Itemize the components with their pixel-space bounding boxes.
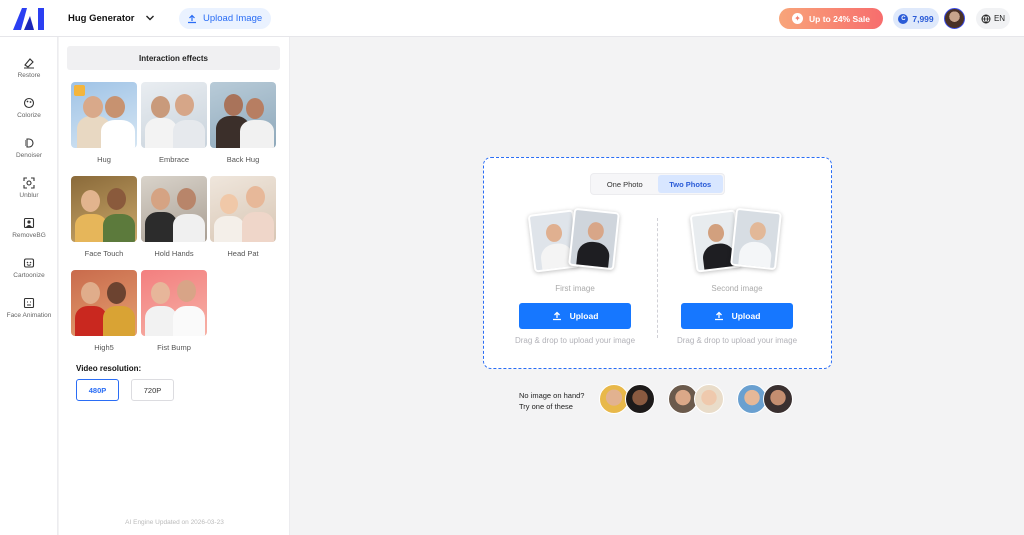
resolution-480p-button[interactable]: 480P bbox=[76, 379, 119, 401]
effect-thumbnail bbox=[141, 270, 207, 336]
effects-panel: Interaction effects Hug Embrace Back Hug bbox=[59, 37, 290, 535]
first-image-slot: First image Upload Drag & drop to upload… bbox=[500, 207, 650, 346]
sample-pair-3[interactable] bbox=[737, 384, 795, 414]
sample-pair-2[interactable] bbox=[668, 384, 726, 414]
sample-prompt: No image on hand? Try one of these bbox=[519, 390, 584, 412]
upload-first-image-button[interactable]: Upload bbox=[519, 303, 631, 329]
first-image-preview bbox=[525, 207, 625, 276]
drag-drop-hint: Drag & drop to upload your image bbox=[514, 336, 636, 345]
upload-second-image-button[interactable]: Upload bbox=[681, 303, 793, 329]
denoise-icon bbox=[25, 138, 34, 148]
sidebar-item-label: Denoiser bbox=[15, 152, 42, 159]
effect-thumbnail bbox=[71, 82, 137, 148]
tool-sidebar: Restore Colorize Denoiser Unblur RemoveB… bbox=[0, 37, 58, 535]
upload-image-label: Upload Image bbox=[203, 13, 263, 24]
sidebar-item-label: Colorize bbox=[17, 112, 41, 119]
premium-icon bbox=[74, 85, 85, 96]
effect-card-high5[interactable]: High5 bbox=[71, 270, 137, 352]
sample-prompt-line2: Try one of these bbox=[519, 402, 573, 411]
effect-label: Hug bbox=[97, 155, 111, 164]
drag-drop-hint: Drag & drop to upload your image bbox=[676, 336, 798, 345]
effect-label: High5 bbox=[94, 343, 114, 352]
effect-label: Head Pat bbox=[227, 249, 259, 258]
sidebar-item-label: Restore bbox=[17, 72, 41, 79]
sidebar-item-face-animation[interactable]: Face Animation bbox=[0, 297, 58, 335]
slot-divider bbox=[657, 218, 658, 338]
photo-mode-toggle: One Photo Two Photos bbox=[590, 173, 725, 195]
effect-thumbnail bbox=[71, 270, 137, 336]
app-title: Hug Generator bbox=[68, 13, 135, 24]
effect-label: Face Touch bbox=[84, 249, 124, 258]
upload-icon bbox=[552, 311, 561, 321]
top-bar: Hug Generator Upload Image ✦ Up to 24% S… bbox=[0, 0, 1024, 37]
palette-icon bbox=[23, 97, 35, 109]
eraser-icon bbox=[24, 58, 34, 69]
sidebar-item-label: Face Animation bbox=[6, 312, 52, 319]
sidebar-item-denoiser[interactable]: Denoiser bbox=[0, 137, 58, 175]
face-frame-icon bbox=[23, 297, 35, 309]
credits-value: 7,999 bbox=[912, 13, 934, 24]
sale-label: Up to 24% Sale bbox=[809, 13, 870, 24]
effect-label: Back Hug bbox=[226, 155, 260, 164]
app-logo[interactable] bbox=[12, 7, 48, 31]
effect-card-hold-hands[interactable]: Hold Hands bbox=[141, 176, 207, 258]
panel-title: Interaction effects bbox=[67, 46, 280, 70]
cartoon-icon bbox=[23, 258, 35, 268]
chevron-down-icon[interactable] bbox=[145, 13, 155, 23]
upload-icon bbox=[714, 311, 723, 321]
effect-thumbnail bbox=[210, 176, 276, 242]
sidebar-item-label: Unblur bbox=[19, 192, 39, 199]
effect-card-head-pat[interactable]: Head Pat bbox=[210, 176, 276, 258]
upload-button-label: Upload bbox=[569, 311, 599, 321]
video-resolution-title: Video resolution: bbox=[76, 364, 142, 373]
effect-thumbnail bbox=[210, 82, 276, 148]
effect-thumbnail bbox=[141, 176, 207, 242]
tab-two-photos[interactable]: Two Photos bbox=[657, 175, 723, 193]
effect-card-back-hug[interactable]: Back Hug bbox=[210, 82, 276, 164]
engine-update-note: AI Engine Updated on 2026-03-23 bbox=[125, 519, 224, 526]
effect-label: Fist Bump bbox=[157, 343, 191, 352]
second-image-caption: Second image bbox=[711, 284, 763, 293]
sidebar-item-label: RemoveBG bbox=[12, 232, 46, 239]
coin-icon: C bbox=[898, 13, 909, 24]
gift-icon: ✦ bbox=[792, 13, 804, 24]
sample-pair-1[interactable] bbox=[599, 384, 657, 414]
focus-icon bbox=[23, 177, 35, 189]
effect-label: Embrace bbox=[158, 155, 189, 164]
first-image-caption: First image bbox=[555, 284, 595, 293]
sidebar-item-restore[interactable]: Restore bbox=[0, 57, 58, 95]
sample-prompt-line1: No image on hand? bbox=[519, 391, 585, 400]
upload-icon bbox=[188, 14, 196, 23]
sidebar-item-label: Cartoonize bbox=[13, 272, 45, 279]
sale-button[interactable]: ✦ Up to 24% Sale bbox=[779, 8, 883, 29]
portrait-icon bbox=[23, 217, 35, 229]
sidebar-item-removebg[interactable]: RemoveBG bbox=[0, 217, 58, 255]
effect-card-face-touch[interactable]: Face Touch bbox=[71, 176, 137, 258]
effect-card-hug[interactable]: Hug bbox=[71, 82, 137, 164]
second-image-slot: Second image Upload Drag & drop to uploa… bbox=[662, 207, 812, 346]
sidebar-item-colorize[interactable]: Colorize bbox=[0, 97, 58, 135]
upload-button-label: Upload bbox=[731, 311, 761, 321]
effect-thumbnail bbox=[71, 176, 137, 242]
globe-icon bbox=[981, 14, 991, 23]
language-label: EN bbox=[993, 14, 1006, 23]
effect-card-fist-bump[interactable]: Fist Bump bbox=[141, 270, 207, 352]
tab-one-photo[interactable]: One Photo bbox=[592, 175, 658, 193]
user-avatar[interactable] bbox=[944, 8, 965, 29]
upload-image-button[interactable]: Upload Image bbox=[179, 8, 272, 29]
sidebar-item-cartoonize[interactable]: Cartoonize bbox=[0, 257, 58, 295]
language-selector[interactable]: EN bbox=[976, 8, 1010, 29]
sidebar-item-unblur[interactable]: Unblur bbox=[0, 177, 58, 215]
effect-thumbnail bbox=[141, 82, 207, 148]
effect-label: Hold Hands bbox=[154, 249, 194, 258]
resolution-720p-button[interactable]: 720P bbox=[131, 379, 174, 401]
upload-dropzone[interactable]: One Photo Two Photos First image Upload … bbox=[483, 157, 832, 369]
second-image-preview bbox=[687, 207, 787, 276]
credits-badge[interactable]: C 7,999 bbox=[893, 8, 939, 29]
effect-card-embrace[interactable]: Embrace bbox=[141, 82, 207, 164]
